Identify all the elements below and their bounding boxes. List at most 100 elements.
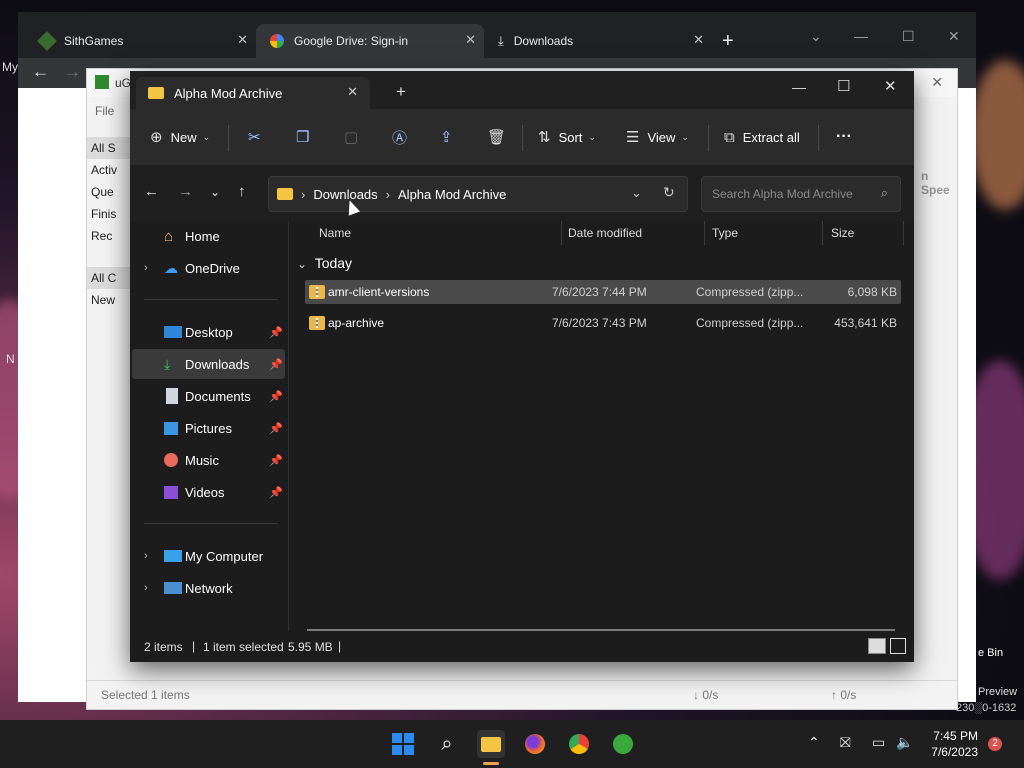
column-header-size[interactable]: Size — [831, 221, 904, 245]
rename-button[interactable]: Ⓐ — [392, 109, 415, 165]
nav-item-music[interactable]: Music 📌 — [132, 445, 285, 475]
cut-button[interactable]: ✂ — [248, 109, 269, 165]
file-list: Name Date modified Type Size ⌄ Today amr… — [289, 221, 914, 631]
pin-icon[interactable]: 📌 — [269, 358, 283, 371]
chevron-down-icon: ⌄ — [202, 131, 211, 142]
nav-item-label: Home — [185, 228, 220, 244]
nav-item-network[interactable]: › Network — [132, 573, 285, 603]
file-row[interactable]: ap-archive 7/6/2023 7:43 PM Compressed (… — [305, 311, 901, 335]
pin-icon[interactable]: 📌 — [269, 422, 283, 435]
refresh-icon[interactable]: ↻ — [663, 184, 675, 201]
chevron-down-icon[interactable]: ⌄ — [631, 185, 642, 201]
chevron-right-icon[interactable]: › — [144, 550, 148, 562]
close-icon[interactable]: ✕ — [693, 32, 704, 48]
forward-icon[interactable]: → — [64, 62, 81, 82]
new-button[interactable]: ⊕ New ⌄ — [150, 109, 210, 165]
tab-search-icon[interactable]: ⌄ — [810, 28, 822, 45]
minimize-icon[interactable]: — — [792, 79, 806, 95]
nav-item-onedrive[interactable]: › ☁ OneDrive — [132, 253, 285, 283]
group-header[interactable]: ⌄ Today — [297, 255, 352, 271]
copy-button[interactable]: ❐ — [296, 109, 317, 165]
close-icon[interactable]: ✕ — [237, 32, 248, 48]
address-bar[interactable]: › Downloads › Alpha Mod Archive ⌄ ↻ — [268, 176, 688, 212]
back-icon[interactable]: ← — [144, 183, 159, 200]
clipboard-icon: ▢ — [344, 129, 359, 146]
delete-button[interactable]: 🗑 — [487, 109, 514, 165]
nav-item-label: Downloads — [185, 356, 250, 372]
explorer-status-bar: 2 items | 1 item selected 5.95 MB | — [130, 631, 914, 662]
network-off-icon[interactable]: ⛝ — [840, 734, 851, 751]
search-input[interactable] — [710, 186, 874, 202]
start-icon[interactable] — [389, 730, 417, 758]
share-icon: ⇪ — [440, 129, 453, 146]
forward-icon[interactable]: → — [178, 183, 193, 200]
firefox-icon[interactable] — [521, 730, 549, 758]
nav-item-pictures[interactable]: Pictures 📌 — [132, 413, 285, 443]
file-type: Compressed (zipp... — [696, 316, 804, 330]
file-row[interactable]: amr-client-versions 7/6/2023 7:44 PM Com… — [305, 280, 901, 304]
close-icon[interactable]: ✕ — [948, 28, 960, 45]
file-explorer-icon[interactable] — [477, 730, 505, 758]
extract-all-button[interactable]: ⧉ Extract all — [724, 109, 800, 165]
nav-item-documents[interactable]: Documents 📌 — [132, 381, 285, 411]
up-icon[interactable]: ↑ — [238, 183, 246, 200]
file-date: 7/6/2023 7:43 PM — [552, 316, 647, 330]
clock[interactable]: 7:45 PM 7/6/2023 — [931, 728, 978, 760]
chrome-icon[interactable] — [565, 730, 593, 758]
close-icon[interactable]: ✕ — [884, 77, 897, 95]
uget-menu-file[interactable]: File — [95, 104, 114, 118]
close-icon[interactable]: ✕ — [931, 74, 943, 91]
notification-badge[interactable]: 2 — [988, 737, 1002, 751]
sort-button[interactable]: ⇅ Sort ⌄ — [538, 109, 596, 165]
chevron-right-icon[interactable]: › — [144, 582, 148, 594]
folder-icon — [148, 87, 164, 99]
nav-item-downloads[interactable]: ⤓ Downloads 📌 — [132, 349, 285, 379]
pin-icon[interactable]: 📌 — [269, 326, 283, 339]
pictures-icon — [164, 421, 178, 435]
maximize-icon[interactable]: ☐ — [902, 28, 915, 45]
new-tab-button[interactable]: + — [722, 24, 734, 58]
minimize-icon[interactable]: — — [854, 28, 868, 44]
new-tab-button[interactable]: + — [396, 82, 406, 102]
column-header-type[interactable]: Type — [712, 221, 823, 245]
breadcrumb-current[interactable]: Alpha Mod Archive — [398, 187, 506, 202]
separator — [522, 125, 523, 151]
paste-button[interactable]: ▢ — [344, 109, 366, 165]
tiles-view-icon[interactable] — [890, 638, 906, 654]
browser-tab[interactable]: Google Drive: Sign-in ✕ — [256, 24, 484, 58]
share-button[interactable]: ⇪ — [440, 109, 461, 165]
view-button[interactable]: ☰ View ⌄ — [626, 109, 689, 165]
column-header-date[interactable]: Date modified — [568, 221, 705, 245]
chevron-up-icon[interactable]: ⌃ — [808, 734, 820, 751]
details-view-icon[interactable] — [868, 638, 886, 654]
zip-folder-icon — [309, 316, 325, 330]
nav-item-mycomputer[interactable]: › My Computer — [132, 541, 285, 571]
volume-icon[interactable]: 🔈 — [896, 734, 913, 751]
explorer-tab[interactable]: Alpha Mod Archive ✕ — [136, 77, 370, 109]
search-icon[interactable]: ⌕ — [433, 730, 461, 758]
pin-icon[interactable]: 📌 — [269, 454, 283, 467]
back-icon[interactable]: ← — [32, 62, 49, 82]
browser-tab[interactable]: SithGames ✕ — [26, 24, 256, 58]
uget-icon[interactable] — [609, 730, 637, 758]
file-explorer-window: Alpha Mod Archive ✕ + — ☐ ✕ ⊕ New ⌄ ✂ ❐ … — [130, 71, 914, 662]
display-icon[interactable]: ▭ — [872, 734, 885, 751]
pin-icon[interactable]: 📌 — [269, 390, 283, 403]
maximize-icon[interactable]: ☐ — [837, 77, 850, 95]
explorer-navigation-bar: ← → ⌄ ↑ › Downloads › Alpha Mod Archive … — [130, 165, 914, 221]
close-icon[interactable]: ✕ — [465, 32, 476, 48]
explorer-command-bar: ⊕ New ⌄ ✂ ❐ ▢ Ⓐ ⇪ 🗑 ⇅ Sort ⌄ ☰ View ⌄ ⧉ … — [130, 109, 914, 166]
browser-tab[interactable]: ⤓ Downloads ✕ — [484, 24, 712, 58]
chevron-right-icon[interactable]: › — [144, 262, 148, 274]
more-options-button[interactable]: ··· — [836, 109, 852, 165]
search-box[interactable]: ⌕ — [701, 176, 901, 212]
column-header-name[interactable]: Name — [319, 221, 562, 245]
pin-icon[interactable]: 📌 — [269, 486, 283, 499]
breadcrumb-downloads[interactable]: Downloads — [313, 187, 377, 202]
nav-item-desktop[interactable]: Desktop 📌 — [132, 317, 285, 347]
recent-locations-icon[interactable]: ⌄ — [210, 185, 220, 199]
close-icon[interactable]: ✕ — [347, 84, 358, 100]
nav-item-home[interactable]: ⌂ Home — [132, 221, 285, 251]
recycle-bin-label[interactable]: e Bin — [978, 647, 1003, 659]
nav-item-videos[interactable]: Videos 📌 — [132, 477, 285, 507]
